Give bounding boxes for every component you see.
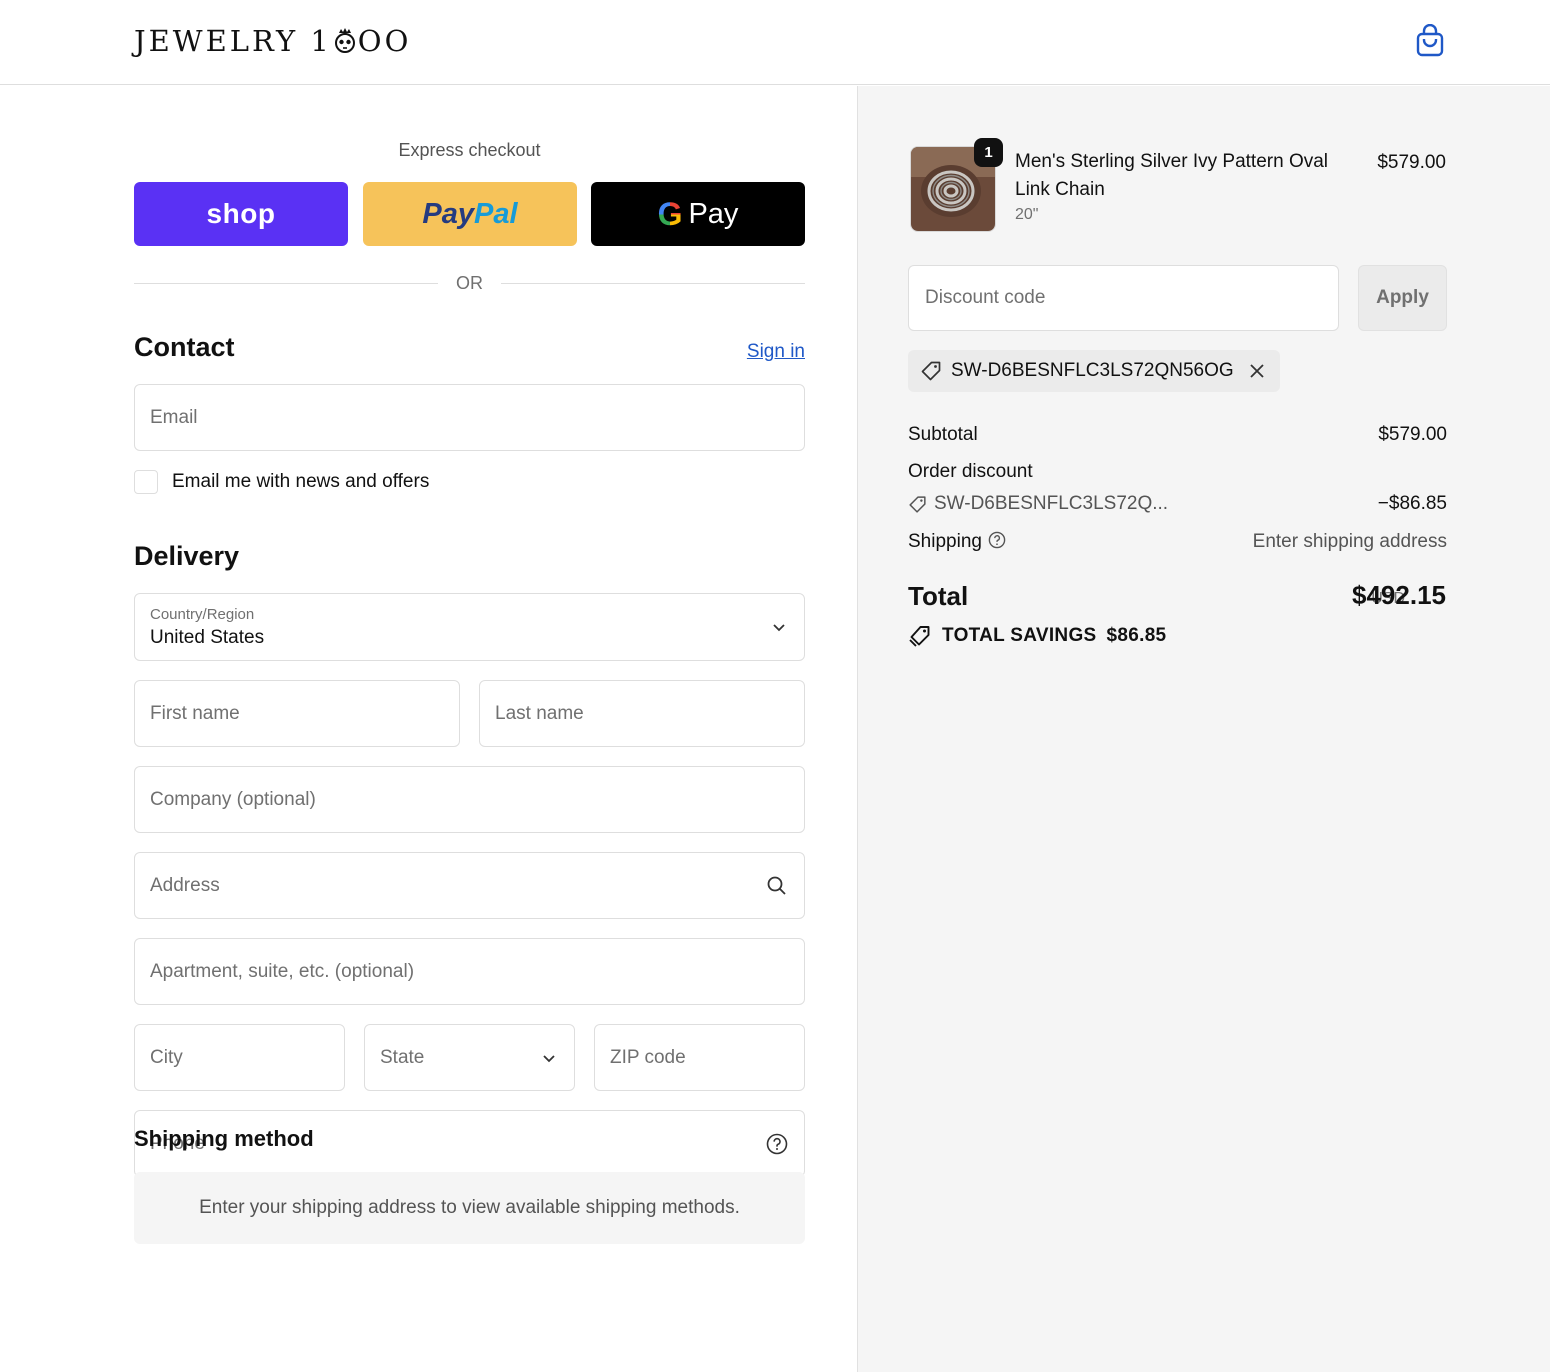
- tag-icon: [909, 495, 926, 513]
- total-value: $492.15: [1352, 580, 1446, 610]
- header: JEWELRY 1 OO: [0, 0, 1550, 85]
- contact-title: Contact: [134, 332, 235, 362]
- paypal-label-pal: Pal: [474, 197, 518, 230]
- company-field[interactable]: Company (optional): [134, 766, 805, 833]
- paypal-label-pay: Pay: [422, 197, 475, 230]
- paypal-button[interactable]: Pay Pal: [363, 182, 577, 246]
- delivery-title: Delivery: [134, 541, 240, 571]
- shipping-label: Shipping: [908, 531, 982, 552]
- subtotal-value: $579.00: [1378, 424, 1447, 445]
- order-discount-row: Order discount: [908, 461, 1447, 483]
- applied-discount-code: SW-D6BESNFLC3LS72QN56OG: [951, 360, 1234, 381]
- or-divider: OR: [134, 273, 805, 297]
- shop-pay-button[interactable]: shop: [134, 182, 348, 246]
- shipping-method-message: Enter your shipping address to view avai…: [199, 1197, 740, 1218]
- subtotal-label: Subtotal: [908, 424, 978, 445]
- total-savings: TOTAL SAVINGS $86.85: [908, 624, 1166, 648]
- google-pay-button[interactable]: G Pay: [591, 182, 805, 246]
- product-price: $579.00: [1377, 152, 1446, 173]
- product-name: Men's Sterling Silver Ivy Pattern Oval L…: [1015, 151, 1329, 200]
- shop-pay-label: shop: [206, 198, 276, 229]
- email-placeholder: Email: [150, 406, 198, 428]
- email-field[interactable]: Email: [134, 384, 805, 451]
- tag-icon: [921, 361, 941, 381]
- first-name-field[interactable]: First name: [134, 680, 460, 747]
- newsletter-option: Email me with news and offers: [134, 470, 429, 494]
- address-placeholder: Address: [150, 874, 220, 896]
- state-select[interactable]: State: [364, 1024, 575, 1091]
- state-placeholder: State: [380, 1046, 425, 1068]
- google-pay-label: Pay: [688, 197, 739, 230]
- zip-field[interactable]: ZIP code: [594, 1024, 805, 1091]
- close-icon[interactable]: [1248, 362, 1266, 380]
- shipping-value: Enter shipping address: [1252, 531, 1447, 552]
- apply-discount-button[interactable]: Apply: [1358, 265, 1447, 331]
- total-label: Total: [908, 581, 969, 611]
- country-label: Country/Region: [150, 606, 255, 623]
- sign-in-link[interactable]: Sign in: [747, 341, 805, 363]
- quantity-badge: 1: [974, 138, 1003, 167]
- checkout-form: Express checkout shop Pay Pal G Pay OR Co…: [0, 86, 857, 1372]
- zip-placeholder: ZIP code: [610, 1046, 686, 1068]
- logo-text-right: OO: [357, 24, 412, 58]
- discount-code-short: SW-D6BESNFLC3LS72Q...: [934, 493, 1169, 514]
- shopping-bag-icon[interactable]: [1414, 24, 1446, 58]
- shipping-method-notice: Enter your shipping address to view avai…: [134, 1172, 805, 1244]
- company-placeholder: Company (optional): [150, 788, 316, 810]
- shipping-method-title: Shipping method: [134, 1126, 314, 1151]
- last-name-field[interactable]: Last name: [479, 680, 805, 747]
- apartment-placeholder: Apartment, suite, etc. (optional): [150, 960, 415, 982]
- help-circle-icon[interactable]: [988, 531, 1006, 549]
- search-icon[interactable]: [766, 875, 788, 897]
- discount-code-line: SW-D6BESNFLC3LS72Q...: [908, 493, 1447, 515]
- chevron-down-icon: [543, 1054, 555, 1062]
- chevron-down-icon: [773, 624, 785, 632]
- order-discount-label: Order discount: [908, 461, 1033, 482]
- product-variant: 20": [1015, 206, 1039, 223]
- apartment-field[interactable]: Apartment, suite, etc. (optional): [134, 938, 805, 1005]
- express-checkout-title: Express checkout: [398, 140, 541, 160]
- first-name-placeholder: First name: [150, 702, 240, 724]
- skull-crown-icon: [334, 28, 355, 53]
- newsletter-label: Email me with news and offers: [172, 471, 430, 492]
- discount-code-row: SW-D6BESNFLC3LS72Q... −$86.85: [908, 493, 1447, 515]
- google-g-icon: G: [657, 195, 683, 232]
- help-circle-icon[interactable]: [766, 1133, 788, 1155]
- newsletter-checkbox[interactable]: [134, 470, 158, 494]
- country-select[interactable]: Country/Region United States: [134, 593, 805, 661]
- store-logo[interactable]: JEWELRY 1 OO: [134, 24, 411, 58]
- discount-code-field[interactable]: Discount code: [908, 265, 1339, 331]
- last-name-placeholder: Last name: [495, 702, 584, 724]
- or-label: OR: [456, 273, 483, 293]
- applied-discount-chip: SW-D6BESNFLC3LS72QN56OG: [908, 350, 1280, 392]
- city-field[interactable]: City: [134, 1024, 345, 1091]
- country-value: United States: [150, 627, 265, 648]
- order-summary: 1 Men's Sterling Silver Ivy Pattern Oval…: [857, 86, 1550, 1372]
- discount-value: −$86.85: [1377, 493, 1447, 514]
- tags-icon: [909, 626, 930, 647]
- subtotal-row: Subtotal $579.00: [908, 424, 1447, 446]
- total-savings-value: $86.85: [1106, 625, 1167, 646]
- address-field[interactable]: Address: [134, 852, 805, 919]
- city-placeholder: City: [150, 1046, 183, 1068]
- discount-code-placeholder: Discount code: [925, 287, 1046, 308]
- shipping-row: Shipping Enter shipping address: [908, 531, 1447, 553]
- total-savings-label: TOTAL SAVINGS: [942, 625, 1097, 646]
- logo-text-left: JEWELRY 1: [134, 24, 332, 58]
